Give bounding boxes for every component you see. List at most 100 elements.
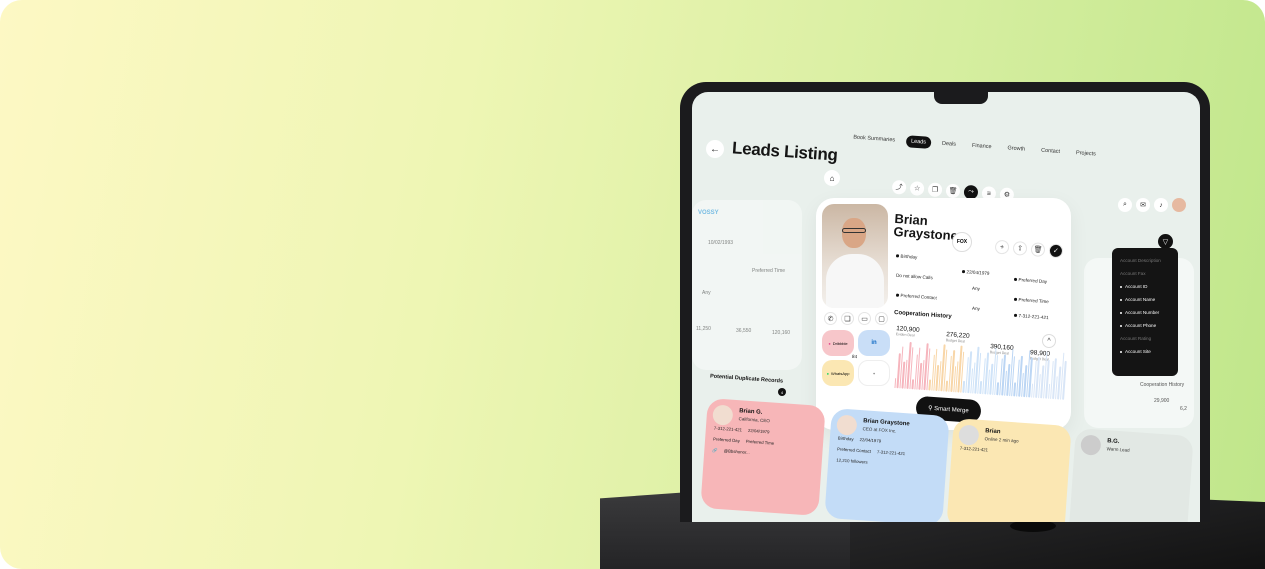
ghost-lead-card-left: VOSSY 10/02/1993 Preferred Time Any 11,2… xyxy=(692,200,802,370)
dribbble-label: Dribbble xyxy=(832,340,848,346)
tab-book-summaries[interactable]: Book Summaries xyxy=(848,131,901,147)
cooperation-bar-chart xyxy=(894,338,1067,400)
call-button[interactable]: ✆ xyxy=(824,312,837,325)
avatar xyxy=(712,404,734,426)
cooperation-bar xyxy=(928,379,931,391)
duplicate-card-4[interactable]: B.G. Warm Lead xyxy=(1068,428,1194,522)
social-dribbble[interactable]: ● Dribbble xyxy=(822,330,854,356)
duplicate-line: Preferred Day Preferred Time xyxy=(713,436,815,448)
trash-icon: 🗑 xyxy=(948,187,958,196)
search-icon: ⌕ xyxy=(1123,201,1127,208)
share-button[interactable]: ⤴ xyxy=(891,179,907,195)
message-button[interactable]: ▢ xyxy=(875,312,888,325)
page-title: Leads Listing xyxy=(731,138,839,165)
ghost-value-3: 120,160 xyxy=(772,330,791,336)
linkedin-icon: in xyxy=(871,340,877,346)
dropdown-item[interactable]: Account Phone xyxy=(1112,319,1178,332)
dropdown-item[interactable]: Account Number xyxy=(1112,306,1178,319)
ghost-brand: VOSSY xyxy=(698,210,719,216)
social-add[interactable]: + xyxy=(858,360,890,386)
dropdown-item[interactable]: Account Description xyxy=(1112,254,1178,267)
field-birthday-value: 22/04/1979 xyxy=(961,269,990,276)
edit-title-button[interactable]: ⌂ xyxy=(824,170,840,186)
bullet xyxy=(895,254,899,258)
dropdown-item-label: Account Site xyxy=(1125,349,1151,354)
tab-finance[interactable]: Finance xyxy=(967,139,997,153)
funnel-icon: ▽ xyxy=(1162,238,1169,246)
filter-icon: ≡ xyxy=(986,189,992,198)
whatsapp-label: WhatsApp xyxy=(830,370,850,376)
dropdown-item[interactable]: Account Rating xyxy=(1112,332,1178,345)
bullet xyxy=(895,293,899,297)
copy-button[interactable]: ❐ xyxy=(927,182,943,198)
tab-growth[interactable]: Growth xyxy=(1002,142,1031,156)
cooperation-history-title: Cooperation History xyxy=(893,309,952,321)
ghost-right-coop: Cooperation History xyxy=(1140,382,1185,388)
plus-icon: + xyxy=(999,243,1005,251)
delete-button[interactable]: 🗑 xyxy=(945,183,961,199)
user-avatar[interactable] xyxy=(1172,198,1186,212)
collapse-button[interactable]: ^ xyxy=(1042,334,1056,348)
upload-icon: ⇪ xyxy=(1016,245,1024,253)
duplicate-card-2[interactable]: Brian Graystone CEO at FOX Inc. Birthday… xyxy=(824,408,950,522)
preferred-day-value: Any xyxy=(971,285,981,292)
social-whatsapp[interactable]: ● WhatsApp xyxy=(822,360,854,386)
dropdown-item-label: Account ID xyxy=(1125,284,1148,289)
stat-1: 120,900 Eviden Deal xyxy=(896,325,920,338)
duplicate-phone: 7-312-221-421 xyxy=(713,425,743,433)
bullet xyxy=(1120,324,1122,327)
search-button[interactable]: ⌕ xyxy=(1118,198,1132,212)
dropdown-item-label: Account Fax xyxy=(1120,271,1146,276)
add-button[interactable]: + xyxy=(994,239,1010,255)
tab-projects[interactable]: Projects xyxy=(1071,147,1102,161)
duplicate-pref-time: Preferred Time xyxy=(745,438,775,446)
bell-icon: ♪ xyxy=(1159,201,1163,209)
duplicate-line: 7-312-221-421 xyxy=(960,446,1062,458)
photo-glasses xyxy=(842,228,866,233)
field-do-not-call[interactable]: Do not allow Calls xyxy=(896,273,933,281)
top-right-actions: ⌕ ✉ ♪ xyxy=(1118,198,1186,212)
laptop-frame: ← Leads Listing ⌂ Book Summaries Leads D… xyxy=(680,82,1210,522)
notifications-button[interactable]: ♪ xyxy=(1154,198,1168,212)
confirm-button[interactable]: ✓ xyxy=(1048,243,1064,259)
camera-notch xyxy=(934,92,988,104)
dropdown-item[interactable]: Account Fax xyxy=(1112,267,1178,280)
duplicate-pref-contact: Preferred Contact xyxy=(836,446,872,454)
dropdown-item[interactable]: Account Site xyxy=(1112,345,1178,358)
back-button[interactable]: ← xyxy=(706,140,724,158)
field-dropdown-menu: Account Description Account Fax Account ID… xyxy=(1112,248,1178,376)
duplicate-line: 12,210 followers xyxy=(836,457,938,469)
ghost-any: Any xyxy=(702,290,711,296)
photo-head xyxy=(842,218,866,248)
dropdown-item[interactable]: Account ID xyxy=(1112,280,1178,293)
dropdown-item-label: Account Rating xyxy=(1120,336,1152,341)
dropdown-item[interactable]: Account Name xyxy=(1112,293,1178,306)
export-button[interactable]: ⇪ xyxy=(1012,240,1028,256)
bullet xyxy=(1120,285,1122,288)
tab-deals[interactable]: Deals xyxy=(937,137,962,151)
remove-button[interactable]: 🗑 xyxy=(1030,242,1046,258)
ghost-right-value-1: 29,900 xyxy=(1154,398,1170,404)
cooperation-bar xyxy=(911,378,914,390)
avatar xyxy=(958,424,980,446)
duplicate-card-1[interactable]: Brian G. California, CEO 7-312-221-421 22… xyxy=(700,398,826,516)
star-icon: ☆ xyxy=(913,185,921,193)
pin-icon: ⌂ xyxy=(829,173,835,183)
social-count: 84 xyxy=(852,354,857,359)
duplicate-card-3[interactable]: Brian Online 2 min ago 7-312-221-421 xyxy=(946,418,1072,522)
dropdown-item-label: Account Description xyxy=(1120,258,1161,263)
message-icon: ▢ xyxy=(878,315,885,323)
video-button[interactable]: ▭ xyxy=(858,312,871,325)
chat-button[interactable]: ❏ xyxy=(841,312,854,325)
field-picker-button[interactable]: ▽ xyxy=(1158,234,1173,249)
tab-contact[interactable]: Contact xyxy=(1036,144,1066,158)
social-count-value: 84 xyxy=(851,353,858,360)
duplicates-count: 4 xyxy=(778,388,786,396)
tab-leads[interactable]: Leads xyxy=(905,135,932,149)
duplicate-line: Preferred Contact 7-312-221-421 xyxy=(837,446,939,458)
favorite-button[interactable]: ☆ xyxy=(909,181,925,196)
inbox-button[interactable]: ✉ xyxy=(1136,198,1150,212)
whatsapp-icon: ● xyxy=(826,370,829,376)
video-icon: ▭ xyxy=(861,315,868,323)
social-linkedin[interactable]: in xyxy=(858,330,890,356)
